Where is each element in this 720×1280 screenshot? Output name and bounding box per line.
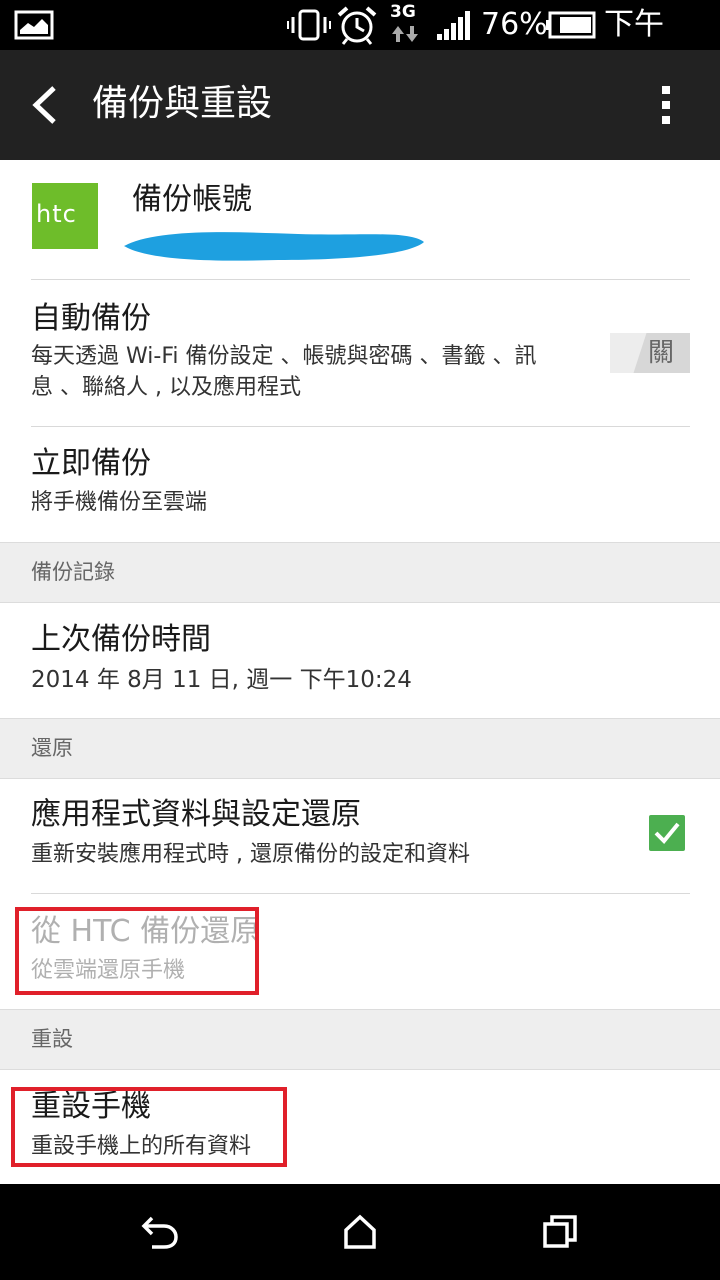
auto-backup-title: 自動備份 (31, 301, 151, 336)
redaction-mark (124, 232, 424, 261)
section-header-label: 備份記錄 (31, 560, 115, 584)
highlight-box (11, 1087, 287, 1167)
navigation-bar (0, 1184, 720, 1280)
checkmark-icon (654, 822, 680, 844)
section-header-restore: 還原 (0, 718, 720, 779)
backup-now-desc: 將手機備份至雲端 (31, 490, 208, 515)
battery-icon (546, 11, 596, 39)
page-title: 備份與重設 (92, 83, 273, 124)
section-header-reset: 重設 (0, 1009, 720, 1070)
app-restore-title: 應用程式資料與設定還原 (31, 797, 361, 832)
data-arrows-icon (392, 26, 418, 42)
app-restore-checkbox[interactable] (649, 815, 685, 851)
nav-back-icon[interactable] (140, 1214, 180, 1250)
section-header-label: 還原 (31, 736, 73, 760)
app-restore-row[interactable]: 應用程式資料與設定還原 重新安裝應用程式時 , 還原備份的設定和資料 (0, 779, 720, 893)
mobile-data-icon: 3G (390, 2, 420, 46)
action-bar: 備份與重設 (0, 50, 720, 160)
last-backup-row: 上次備份時間 2014 年 8月 11 日, 週一 下午10:24 (0, 603, 720, 718)
section-header-backup-record: 備份記錄 (0, 542, 720, 603)
htc-logo: htc (32, 183, 98, 249)
backup-now-row[interactable]: 立即備份 將手機備份至雲端 (0, 427, 720, 542)
section-header-label: 重設 (31, 1027, 73, 1051)
battery-percent: 76% (481, 7, 548, 42)
status-bar: 3G 76% 下午9:18 (0, 0, 720, 89)
vibrate-icon (287, 9, 331, 41)
back-arrow-icon[interactable] (28, 84, 64, 126)
app-restore-desc: 重新安裝應用程式時 , 還原備份的設定和資料 (31, 842, 470, 867)
highlight-box (15, 907, 259, 995)
alarm-clock-icon (337, 6, 377, 45)
last-backup-title: 上次備份時間 (31, 622, 211, 657)
auto-backup-toggle[interactable]: 關 (610, 333, 690, 373)
network-type-label: 3G (390, 2, 416, 22)
auto-backup-desc-line2: 息 、聯絡人 , 以及應用程式 (31, 375, 301, 400)
toggle-label: 關 (648, 338, 675, 368)
signal-strength-icon (437, 11, 470, 40)
nav-recents-icon[interactable] (542, 1214, 578, 1250)
backup-now-title: 立即備份 (31, 446, 151, 481)
image-notification-icon (14, 10, 54, 40)
backup-account-row[interactable]: htc 備份帳號 (0, 160, 720, 280)
nav-home-icon[interactable] (342, 1214, 378, 1250)
auto-backup-desc-line1: 每天透過 Wi-Fi 備份設定 、帳號與密碼 、書籤 、訊 (31, 344, 537, 369)
htc-logo-text: htc (36, 200, 77, 228)
backup-account-title: 備份帳號 (132, 182, 252, 217)
overflow-menu-icon[interactable] (656, 84, 676, 126)
last-backup-value: 2014 年 8月 11 日, 週一 下午10:24 (31, 667, 412, 693)
toggle-thumb (610, 333, 647, 373)
